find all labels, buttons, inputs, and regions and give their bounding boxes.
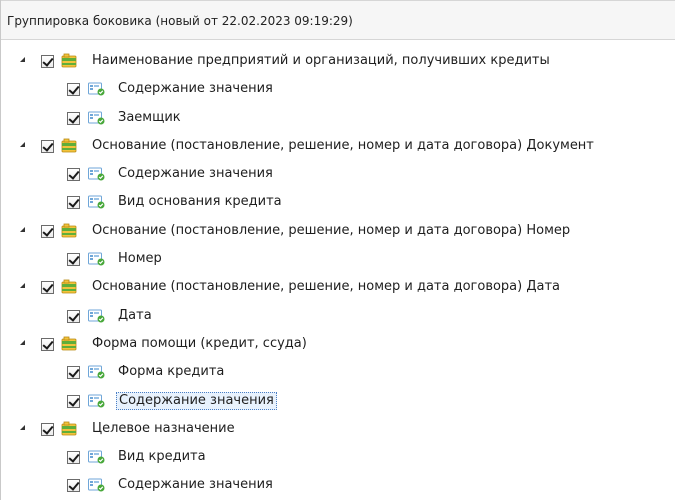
tree-field-label: Вид основания кредита [118, 194, 282, 210]
grouping-tree: Наименование предприятий и организаций, … [1, 48, 675, 501]
checkbox-checked-icon[interactable] [67, 479, 80, 493]
group-folder-icon [61, 223, 77, 238]
tree-group-row[interactable]: Основание (постановление, решение, номер… [1, 274, 675, 302]
checkbox-checked-icon[interactable] [41, 337, 54, 351]
checkbox-checked-icon[interactable] [67, 451, 80, 465]
expanded-triangle-icon[interactable] [20, 424, 25, 430]
field-attribute-icon [88, 309, 105, 323]
tree-field-row[interactable]: Содержание значения [1, 472, 675, 500]
field-attribute-icon [88, 478, 105, 492]
tree-field-label: Содержание значения [116, 391, 277, 410]
tree-field-label: Номер [118, 251, 162, 267]
group-folder-icon [61, 336, 77, 351]
tree-field-row[interactable]: Вид основания кредита [1, 189, 675, 217]
tree-field-row[interactable]: Содержание значения [1, 76, 675, 104]
tree-group-label: Основание (постановление, решение, номер… [92, 279, 561, 295]
field-attribute-icon [88, 111, 105, 125]
panel-title: Группировка боковика (новый от 22.02.202… [7, 14, 353, 28]
checkbox-checked-icon[interactable] [67, 196, 80, 210]
group-folder-icon [61, 138, 77, 153]
tree-field-row[interactable]: Номер [1, 246, 675, 274]
field-attribute-icon [88, 450, 105, 464]
tree-group-row[interactable]: Основание (постановление, решение, номер… [1, 133, 675, 161]
checkbox-checked-icon[interactable] [67, 366, 80, 380]
tree-group-row[interactable]: Наименование предприятий и организаций, … [1, 48, 675, 76]
tree-field-label: Содержание значения [118, 477, 273, 493]
tree-group-label: Основание (постановление, решение, номер… [92, 222, 571, 238]
field-attribute-icon [88, 82, 105, 96]
grouping-panel: Группировка боковика (новый от 22.02.202… [0, 0, 675, 500]
checkbox-checked-icon[interactable] [67, 111, 80, 125]
panel-header: Группировка боковика (новый от 22.02.202… [1, 0, 675, 40]
tree-group-row[interactable]: Основание (постановление, решение, номер… [1, 218, 675, 246]
checkbox-checked-icon[interactable] [41, 422, 54, 436]
tree-field-label: Форма кредита [118, 364, 225, 380]
checkbox-checked-icon[interactable] [67, 83, 80, 97]
tree-field-row[interactable]: Заемщик [1, 105, 675, 133]
tree-field-label: Вид кредита [118, 449, 206, 465]
tree-field-row[interactable]: Дата [1, 303, 675, 331]
tree-group-label: Целевое назначение [92, 420, 235, 436]
tree-field-row[interactable]: Содержание значения [1, 161, 675, 189]
checkbox-checked-icon[interactable] [41, 55, 54, 68]
checkbox-checked-icon[interactable] [41, 224, 54, 238]
checkbox-checked-icon[interactable] [41, 281, 54, 295]
tree-group-row[interactable]: Целевое назначение [1, 416, 675, 444]
tree-field-row[interactable]: Форма кредита [1, 359, 675, 387]
tree-field-label: Содержание значения [118, 81, 273, 97]
checkbox-checked-icon[interactable] [67, 253, 80, 267]
checkbox-checked-icon[interactable] [67, 394, 80, 408]
group-folder-icon [61, 53, 77, 68]
field-attribute-icon [88, 394, 105, 408]
tree-group-label: Форма помощи (кредит, ссуда) [92, 335, 307, 351]
field-attribute-icon [88, 167, 105, 181]
group-folder-icon [61, 279, 77, 294]
expanded-triangle-icon[interactable] [20, 339, 25, 345]
expanded-triangle-icon[interactable] [20, 141, 25, 147]
tree-field-label: Дата [118, 307, 152, 323]
checkbox-checked-icon[interactable] [41, 139, 54, 153]
field-attribute-icon [88, 195, 105, 209]
expanded-triangle-icon[interactable] [20, 226, 25, 232]
tree-field-label: Заемщик [118, 109, 181, 125]
tree-field-row[interactable]: Содержание значения [1, 388, 675, 416]
expanded-triangle-icon[interactable] [20, 283, 25, 289]
tree-group-label: Наименование предприятий и организаций, … [92, 53, 550, 68]
field-attribute-icon [88, 365, 105, 379]
checkbox-checked-icon[interactable] [67, 309, 80, 323]
expanded-triangle-icon[interactable] [20, 57, 25, 62]
checkbox-checked-icon[interactable] [67, 168, 80, 182]
group-folder-icon [61, 421, 77, 436]
tree-field-label: Содержание значения [118, 166, 273, 182]
tree-group-row[interactable]: Форма помощи (кредит, ссуда) [1, 331, 675, 359]
tree-field-row[interactable]: Вид кредита [1, 444, 675, 472]
tree-group-label: Основание (постановление, решение, номер… [92, 137, 594, 153]
field-attribute-icon [88, 252, 105, 266]
